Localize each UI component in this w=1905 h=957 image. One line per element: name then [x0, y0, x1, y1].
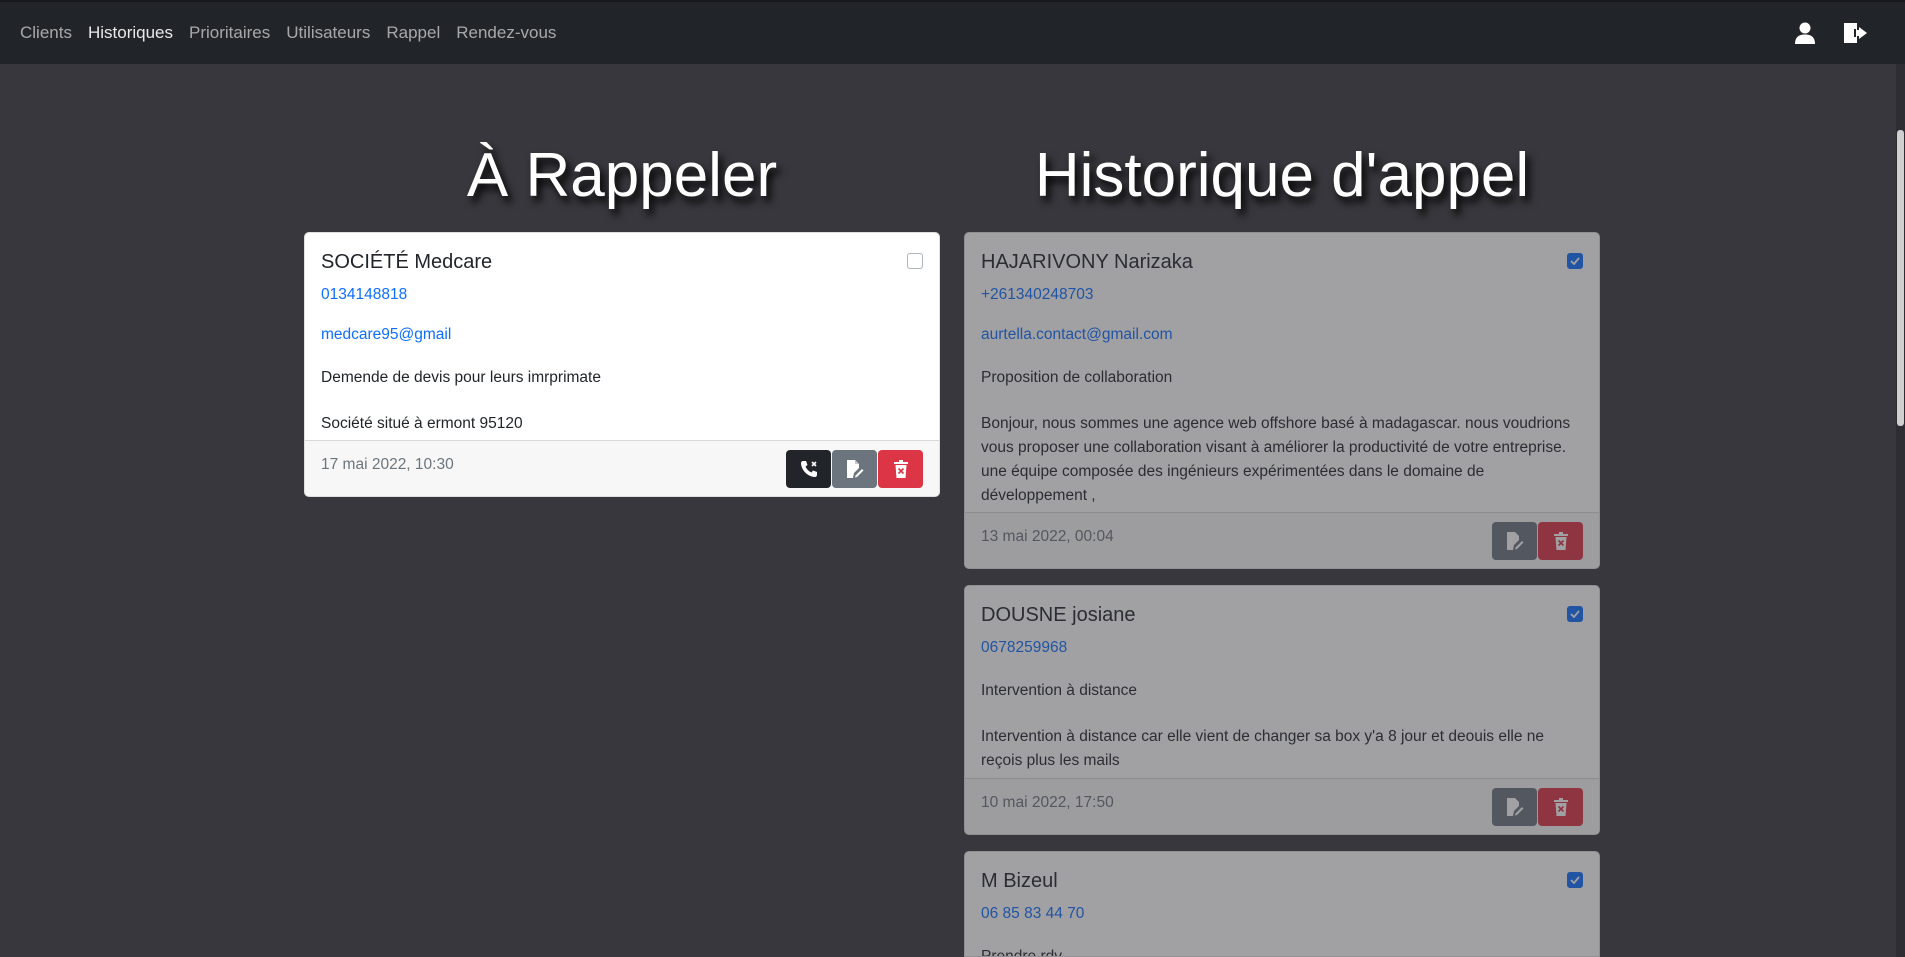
card-footer: 13 mai 2022, 00:04 [965, 512, 1599, 568]
card-date: 17 mai 2022, 10:30 [321, 455, 454, 473]
phone-icon [800, 460, 817, 477]
scrollbar-thumb[interactable] [1897, 130, 1904, 426]
card-subject: Prendre rdv [981, 948, 1062, 957]
trash-icon [1553, 531, 1568, 550]
nav-links: Clients Historiques Prioritaires Utilisa… [20, 23, 572, 43]
card-body: M Bizeul 06 85 83 44 70 Prendre rdv [965, 852, 1599, 957]
done-checkbox[interactable] [1567, 253, 1583, 269]
card-footer: 10 mai 2022, 17:50 [965, 778, 1599, 834]
edit-button[interactable] [1492, 521, 1537, 560]
edit-file-icon [1506, 797, 1523, 816]
phone-link[interactable]: 06 85 83 44 70 [981, 905, 1583, 923]
delete-button[interactable] [1538, 787, 1583, 826]
card-footer: 17 mai 2022, 10:30 [305, 440, 939, 496]
historique-heading: Historique d'appel [1034, 141, 1530, 210]
card-title: SOCIÉTÉ Medcare [321, 251, 493, 273]
card-date: 13 mai 2022, 00:04 [981, 527, 1114, 545]
check-icon [1570, 610, 1580, 618]
done-checkbox[interactable] [1567, 872, 1583, 888]
card-subject: Demende de devis pour leurs imrprimate [321, 369, 601, 386]
historique-card: M Bizeul 06 85 83 44 70 Prendre rdv [964, 851, 1600, 957]
call-button[interactable] [786, 449, 831, 488]
edit-file-icon [846, 459, 863, 478]
card-date: 10 mai 2022, 17:50 [981, 793, 1114, 811]
card-body: HAJARIVONY Narizaka +261340248703 aurtel… [965, 233, 1599, 508]
check-icon [1570, 876, 1580, 884]
delete-button[interactable] [878, 449, 923, 488]
email-link[interactable]: aurtella.contact@gmail.com [981, 326, 1583, 344]
edit-button[interactable] [1492, 787, 1537, 826]
card-subject: Intervention à distance [981, 682, 1137, 699]
card-actions [786, 449, 923, 488]
edit-button[interactable] [832, 449, 877, 488]
nav-right-actions [1791, 19, 1869, 47]
done-checkbox[interactable] [1567, 606, 1583, 622]
check-icon [1570, 257, 1580, 265]
nav-link-rappel[interactable]: Rappel [386, 23, 440, 43]
card-title: M Bizeul [981, 870, 1058, 892]
trash-icon [1553, 797, 1568, 816]
nav-link-historiques[interactable]: Historiques [88, 23, 173, 43]
historique-card: HAJARIVONY Narizaka +261340248703 aurtel… [964, 232, 1600, 569]
card-actions [1492, 787, 1583, 826]
delete-button[interactable] [1538, 521, 1583, 560]
done-checkbox[interactable] [907, 253, 923, 269]
card-actions [1492, 521, 1583, 560]
rappel-heading: À Rappeler [466, 141, 778, 210]
nav-link-utilisateurs[interactable]: Utilisateurs [286, 23, 370, 43]
rappel-card: SOCIÉTÉ Medcare 0134148818 medcare95@gma… [304, 232, 940, 497]
phone-link[interactable]: 0678259968 [981, 639, 1583, 657]
card-message: Bonjour, nous sommes une agence web offs… [981, 415, 1571, 504]
card-title: DOUSNE josiane [981, 604, 1136, 626]
trash-icon [893, 459, 908, 478]
card-title: HAJARIVONY Narizaka [981, 251, 1193, 273]
user-icon[interactable] [1791, 19, 1819, 47]
phone-link[interactable]: +261340248703 [981, 286, 1583, 304]
historique-card: DOUSNE josiane 0678259968 Intervention à… [964, 585, 1600, 835]
nav-link-rendez-vous[interactable]: Rendez-vous [456, 23, 556, 43]
email-link[interactable]: medcare95@gmail [321, 326, 923, 344]
card-message: Société situé à ermont 95120 [321, 415, 523, 432]
card-message: Intervention à distance car elle vient d… [981, 728, 1545, 769]
logout-icon[interactable] [1841, 19, 1869, 47]
card-body: SOCIÉTÉ Medcare 0134148818 medcare95@gma… [305, 233, 939, 436]
card-body: DOUSNE josiane 0678259968 Intervention à… [965, 586, 1599, 773]
page-scrollbar[interactable] [1896, 64, 1905, 957]
edit-file-icon [1506, 531, 1523, 550]
nav-link-prioritaires[interactable]: Prioritaires [189, 23, 270, 43]
phone-link[interactable]: 0134148818 [321, 286, 923, 304]
nav-link-clients[interactable]: Clients [20, 23, 72, 43]
card-subject: Proposition de collaboration [981, 369, 1173, 386]
top-navbar: Clients Historiques Prioritaires Utilisa… [0, 0, 1905, 64]
